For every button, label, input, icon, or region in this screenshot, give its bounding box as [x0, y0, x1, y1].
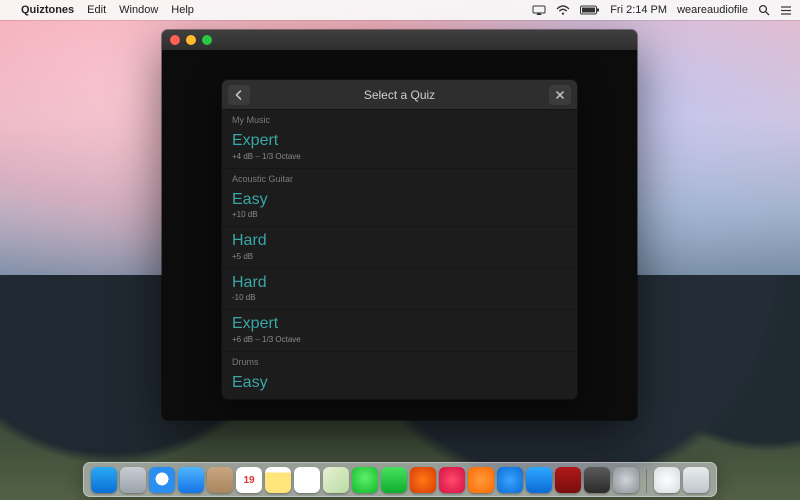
menubar-username[interactable]: weareaudiofile — [677, 4, 748, 16]
wifi-icon[interactable] — [556, 5, 570, 16]
dock-icon-calendar[interactable]: 19 — [236, 467, 262, 493]
window-zoom-button[interactable] — [202, 35, 212, 45]
dock-icon-notes[interactable] — [265, 467, 291, 493]
quiz-card: Select a Quiz My Music Expert +4 dB – 1/… — [222, 80, 577, 399]
card-title: Select a Quiz — [250, 88, 549, 102]
quiz-row[interactable]: Expert +6 dB – 1/3 Octave — [222, 310, 577, 352]
dock-icon-mail[interactable] — [178, 467, 204, 493]
menubar-clock[interactable]: Fri 2:14 PM — [610, 4, 667, 16]
dock-icon-itunes[interactable] — [439, 467, 465, 493]
dock: 19 — [83, 462, 717, 497]
dock-icon-preview[interactable] — [526, 467, 552, 493]
quiz-level: Expert — [232, 132, 567, 150]
airplay-icon[interactable] — [532, 5, 546, 16]
dock-icon-maps[interactable] — [323, 467, 349, 493]
app-window: Select a Quiz My Music Expert +4 dB – 1/… — [162, 30, 637, 420]
dock-icon-photobooth[interactable] — [410, 467, 436, 493]
back-button[interactable] — [228, 85, 250, 105]
quiz-list: My Music Expert +4 dB – 1/3 Octave Acous… — [222, 110, 577, 399]
dock-icon-dictionary[interactable] — [555, 467, 581, 493]
desktop-background: Quiztones Edit Window Help Fri 2:14 PM w… — [0, 0, 800, 500]
section-label: Acoustic Guitar — [222, 169, 577, 186]
quiz-subtitle: +5 dB — [232, 252, 567, 261]
quiz-level: Hard — [232, 274, 567, 292]
window-titlebar[interactable] — [162, 30, 637, 50]
battery-icon[interactable] — [580, 5, 600, 15]
notification-center-icon[interactable] — [780, 5, 792, 16]
quiz-row[interactable]: Easy +10 dB — [222, 186, 577, 228]
dock-icon-launchpad[interactable] — [120, 467, 146, 493]
menubar: Quiztones Edit Window Help Fri 2:14 PM w… — [0, 0, 800, 20]
menubar-item-window[interactable]: Window — [119, 4, 158, 16]
quiz-subtitle: +6 dB – 1/3 Octave — [232, 335, 567, 344]
quiz-level: Easy — [232, 374, 567, 392]
section-label: Drums — [222, 352, 577, 369]
quiz-level: Hard — [232, 232, 567, 250]
dock-container: 19 — [0, 462, 800, 497]
dock-icon-appstore[interactable] — [497, 467, 523, 493]
quiz-level: Expert — [232, 315, 567, 333]
calendar-day: 19 — [243, 475, 254, 486]
close-card-button[interactable] — [549, 85, 571, 105]
quiz-subtitle: -10 dB — [232, 293, 567, 302]
menubar-item-edit[interactable]: Edit — [87, 4, 106, 16]
dock-icon-settings[interactable] — [613, 467, 639, 493]
dock-icon-messages[interactable] — [352, 467, 378, 493]
quiz-level: Easy — [232, 191, 567, 209]
dock-icon-contacts[interactable] — [207, 467, 233, 493]
dock-icon-trash[interactable] — [683, 467, 709, 493]
quiz-row[interactable]: Expert +4 dB – 1/3 Octave — [222, 127, 577, 169]
section-label: My Music — [222, 110, 577, 127]
quiz-subtitle: +10 dB — [232, 210, 567, 219]
quiz-subtitle: +4 dB – 1/3 Octave — [232, 152, 567, 161]
dock-icon-safari[interactable] — [149, 467, 175, 493]
quiz-row[interactable]: Hard -10 dB — [222, 269, 577, 311]
menubar-app-name[interactable]: Quiztones — [21, 4, 74, 16]
menubar-item-help[interactable]: Help — [171, 4, 194, 16]
quiz-row[interactable]: Hard +5 dB — [222, 227, 577, 269]
dock-separator — [646, 469, 647, 493]
dock-icon-finder[interactable] — [91, 467, 117, 493]
spotlight-icon[interactable] — [758, 4, 770, 16]
quiz-row[interactable]: Easy — [222, 369, 577, 399]
window-close-button[interactable] — [170, 35, 180, 45]
dock-icon-reminders[interactable] — [294, 467, 320, 493]
dock-icon-downloads[interactable] — [654, 467, 680, 493]
dock-icon-calculator[interactable] — [584, 467, 610, 493]
window-minimize-button[interactable] — [186, 35, 196, 45]
dock-icon-facetime[interactable] — [381, 467, 407, 493]
dock-icon-ibooks[interactable] — [468, 467, 494, 493]
card-header: Select a Quiz — [222, 80, 577, 110]
